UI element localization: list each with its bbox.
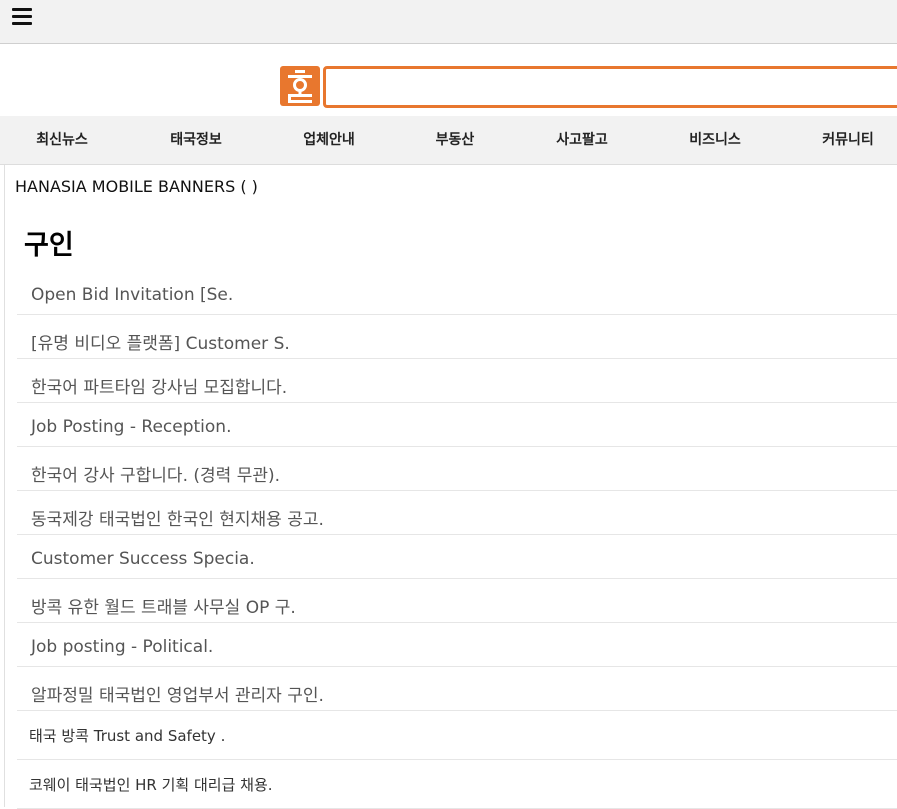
list-item: 태국 방콕 Trust and Safety .	[17, 711, 897, 760]
job-link[interactable]: 태국 방콕 Trust and Safety .	[29, 725, 225, 746]
job-link[interactable]: Job posting - Political.	[31, 637, 213, 657]
nav-item-real-estate[interactable]: 부동산	[400, 116, 510, 164]
list-item: 알파정밀 태국법인 영업부서 관리자 구인.	[17, 667, 897, 711]
list-item: 방콕 유한 월드 트래블 사무실 OP 구.	[17, 579, 897, 623]
nav-item-business[interactable]: 비즈니스	[660, 116, 770, 164]
menu-line	[12, 8, 32, 11]
list-item: 한국어 파트타임 강사님 모집합니다.	[17, 359, 897, 403]
mobile-banners-label: HANASIA MOBILE BANNERS ( )	[15, 177, 258, 196]
main-content: HANASIA MOBILE BANNERS ( ) 구인 Open Bid I…	[4, 165, 897, 809]
main-nav: 최신뉴스 태국정보 업체안내 부동산 사고팔고 비즈니스 커뮤니티	[0, 116, 897, 165]
hamburger-menu-icon[interactable]	[12, 8, 32, 25]
list-item: 한국어 강사 구합니다. (경력 무관).	[17, 447, 897, 491]
job-link[interactable]: 코웨이 태국법인 HR 기획 대리급 채용.	[29, 774, 273, 795]
nav-item-community[interactable]: 커뮤니티	[793, 116, 897, 164]
nav-item-latest-news[interactable]: 최신뉴스	[7, 116, 117, 164]
menu-line	[12, 22, 32, 25]
list-item: 동국제강 태국법인 한국인 현지채용 공고.	[17, 491, 897, 535]
job-link[interactable]: Customer Success Specia.	[31, 549, 255, 569]
job-link[interactable]: [유명 비디오 플랫폼] Customer S.	[31, 329, 290, 354]
search-bar	[0, 44, 897, 116]
page-title: 구인	[24, 230, 74, 261]
job-link[interactable]: Job Posting - Reception.	[31, 417, 231, 437]
list-item: Customer Success Specia.	[17, 535, 897, 579]
list-item: Job Posting - Reception.	[17, 403, 897, 447]
nav-item-business-directory[interactable]: 업체안내	[274, 116, 384, 164]
list-item: [유명 비디오 플랫폼] Customer S.	[17, 315, 897, 359]
list-item: Open Bid Invitation [Se.	[17, 271, 897, 315]
list-item: 코웨이 태국법인 HR 기획 대리급 채용.	[17, 760, 897, 809]
job-link[interactable]: 동국제강 태국법인 한국인 현지채용 공고.	[31, 505, 324, 530]
job-link[interactable]: 한국어 파트타임 강사님 모집합니다.	[31, 373, 287, 398]
nav-item-buy-sell[interactable]: 사고팔고	[527, 116, 637, 164]
job-link[interactable]: 알파정밀 태국법인 영업부서 관리자 구인.	[31, 681, 324, 706]
list-item: Job posting - Political.	[17, 623, 897, 667]
job-link[interactable]: 한국어 강사 구합니다. (경력 무관).	[31, 461, 280, 486]
job-link[interactable]: 방콕 유한 월드 트래블 사무실 OP 구.	[31, 593, 296, 618]
menu-line	[12, 15, 32, 18]
job-link[interactable]: Open Bid Invitation [Se.	[31, 285, 233, 305]
top-bar	[0, 0, 897, 44]
nav-item-thailand-info[interactable]: 태국정보	[141, 116, 251, 164]
hanasia-logo-icon[interactable]	[280, 66, 320, 106]
job-list: Open Bid Invitation [Se. [유명 비디오 플랫폼] Cu…	[17, 271, 897, 809]
search-input[interactable]	[323, 66, 897, 108]
